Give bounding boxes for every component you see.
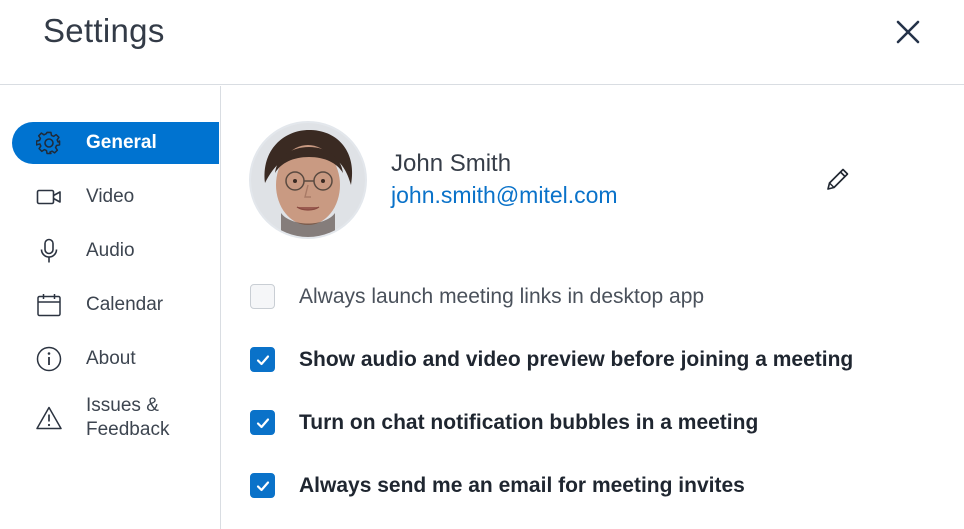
option-label: Always send me an email for meeting invi… (299, 474, 745, 497)
checkmark-icon (256, 480, 269, 491)
page-title: Settings (43, 12, 165, 49)
sidebar-item-label: Issues & Feedback (86, 394, 169, 442)
checkbox-checked[interactable] (250, 473, 275, 498)
sidebar-item-label-line1: Issues & (86, 395, 159, 416)
close-icon[interactable] (890, 15, 926, 51)
profile-name: John Smith (391, 150, 512, 177)
sidebar-item-calendar[interactable]: Calendar (12, 284, 219, 326)
video-camera-icon (36, 185, 62, 209)
checkmark-icon (256, 417, 269, 428)
sidebar-item-label: Audio (86, 240, 135, 261)
option-label: Show audio and video preview before join… (299, 348, 854, 371)
avatar (249, 121, 367, 239)
settings-header: Settings (0, 0, 964, 85)
close-button[interactable] (890, 15, 926, 51)
microphone-icon (36, 238, 62, 263)
avatar-photo (251, 123, 365, 237)
sidebar-item-video[interactable]: Video (12, 176, 219, 218)
checkmark-icon (256, 354, 269, 365)
sidebar-item-audio[interactable]: Audio (12, 230, 219, 272)
sidebar-item-label-line2: Feedback (86, 419, 170, 440)
checkbox-checked[interactable] (250, 410, 275, 435)
info-icon (36, 346, 62, 372)
sidebar-item-general[interactable]: General (12, 122, 219, 164)
sidebar-item-issues-feedback[interactable]: Issues & Feedback (12, 394, 219, 446)
calendar-icon (36, 293, 62, 317)
pencil-icon[interactable] (822, 163, 854, 195)
sidebar-item-label: Calendar (86, 294, 164, 315)
settings-sidebar: General Video Audio Calendar About Issue… (0, 86, 221, 529)
sidebar-item-label: Video (86, 186, 135, 207)
option-label: Always launch meeting links in desktop a… (299, 285, 705, 308)
gear-icon (36, 131, 62, 155)
checkbox-unchecked[interactable] (250, 284, 275, 309)
sidebar-item-label: About (86, 348, 136, 369)
warning-icon (36, 406, 62, 430)
option-label: Turn on chat notification bubbles in a m… (299, 411, 759, 434)
checkbox-checked[interactable] (250, 347, 275, 372)
edit-profile-button[interactable] (822, 163, 854, 195)
sidebar-item-about[interactable]: About (12, 338, 219, 380)
sidebar-item-label: General (86, 132, 157, 153)
profile-email[interactable]: john.smith@mitel.com (391, 182, 618, 209)
